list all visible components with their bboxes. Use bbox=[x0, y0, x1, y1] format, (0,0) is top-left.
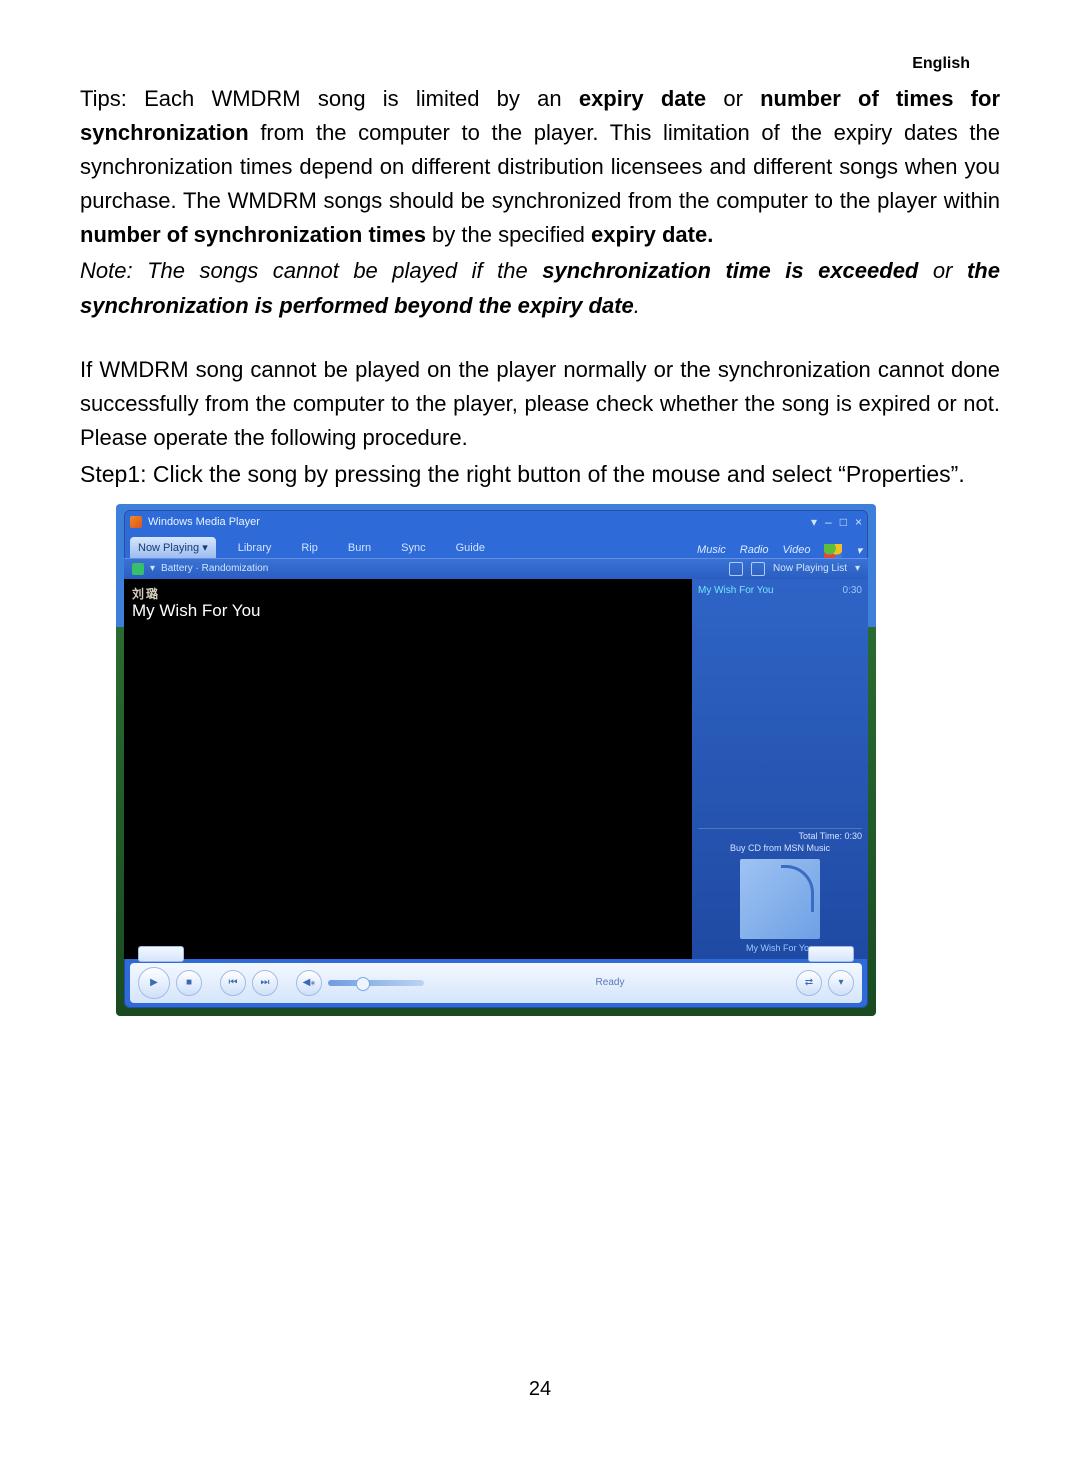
playlist-pane: My Wish For You 0:30 Total Time: 0:30 Bu… bbox=[692, 579, 868, 959]
chevron-down-icon[interactable]: ▾ bbox=[150, 563, 155, 574]
play-mode-label: Battery · Randomization bbox=[161, 563, 268, 574]
compact-mode-button[interactable]: ▾ bbox=[828, 970, 854, 996]
now-playing-list-label[interactable]: Now Playing List bbox=[773, 563, 847, 574]
visualization-pane[interactable]: 刘璐 My Wish For You bbox=[124, 579, 692, 959]
tab-guide[interactable]: Guide bbox=[448, 538, 493, 558]
song-title: My Wish For You bbox=[132, 601, 261, 621]
toggle-list-icon[interactable] bbox=[751, 562, 765, 576]
text: by the specified bbox=[426, 222, 591, 247]
tab-radio[interactable]: Radio bbox=[740, 544, 769, 558]
chevron-down-icon[interactable]: ▾ bbox=[855, 563, 860, 574]
bold: expiry date. bbox=[591, 222, 713, 247]
services-logo-icon[interactable] bbox=[824, 544, 842, 558]
text: or bbox=[918, 258, 967, 283]
chevron-down-icon: ▾ bbox=[202, 542, 208, 554]
paragraph-tips: Tips: Each WMDRM song is limited by an e… bbox=[80, 82, 1000, 252]
next-button[interactable]: ⏭ bbox=[252, 970, 278, 996]
wmp-window: Windows Media Player ▾ – □ × Now Playing… bbox=[124, 510, 868, 1008]
total-time: Total Time: 0:30 bbox=[698, 828, 862, 841]
paragraph-note: Note: The songs cannot be played if the … bbox=[80, 254, 1000, 322]
tab-sync[interactable]: Sync bbox=[393, 538, 433, 558]
close-button[interactable]: × bbox=[855, 515, 862, 529]
text: or bbox=[706, 86, 760, 111]
tab-label: Now Playing bbox=[138, 542, 199, 554]
playlist-item[interactable]: My Wish For You 0:30 bbox=[698, 585, 862, 596]
info-bar: ▾ Battery · Randomization Now Playing Li… bbox=[124, 559, 868, 579]
maximize-viz-icon[interactable] bbox=[729, 562, 743, 576]
maximize-button[interactable]: □ bbox=[840, 515, 847, 529]
dropdown-icon[interactable]: ▾ bbox=[811, 515, 817, 529]
track-title: My Wish For You bbox=[698, 585, 774, 596]
right-grip-button[interactable] bbox=[808, 946, 854, 962]
text: Tips: Each WMDRM song is limited by an bbox=[80, 86, 579, 111]
language-label: English bbox=[912, 55, 970, 73]
shuffle-button[interactable]: ⇄ bbox=[796, 970, 822, 996]
album-art-icon bbox=[740, 859, 820, 939]
playback-controls: ▶ ■ ⏮ ⏭ ◀⁎ Ready ⇄ ▾ bbox=[130, 963, 862, 1003]
title-bar: Windows Media Player ▾ – □ × bbox=[124, 510, 868, 534]
tab-burn[interactable]: Burn bbox=[340, 538, 379, 558]
volume-slider[interactable] bbox=[328, 980, 424, 986]
viz-select-icon[interactable] bbox=[132, 563, 144, 575]
step-1: Step1: Click the song by pressing the ri… bbox=[80, 459, 1000, 490]
tab-now-playing[interactable]: Now Playing ▾ bbox=[130, 537, 216, 558]
tab-video[interactable]: Video bbox=[783, 544, 811, 558]
bold: synchronization time is exceeded bbox=[542, 258, 918, 283]
text: Note: The songs cannot be played if the bbox=[80, 258, 542, 283]
content-area: 刘璐 My Wish For You My Wish For You 0:30 … bbox=[124, 579, 868, 959]
tab-rip[interactable]: Rip bbox=[293, 538, 326, 558]
main-tabs: Now Playing ▾ Library Rip Burn Sync Guid… bbox=[124, 534, 868, 559]
prev-button[interactable]: ⏮ bbox=[220, 970, 246, 996]
mute-button[interactable]: ◀⁎ bbox=[296, 970, 322, 996]
buy-cd-link[interactable]: Buy CD from MSN Music bbox=[698, 843, 862, 853]
artist-name: 刘璐 bbox=[132, 585, 160, 602]
status-text: Ready bbox=[430, 977, 790, 988]
left-grip-button[interactable] bbox=[138, 946, 184, 962]
paragraph-check: If WMDRM song cannot be played on the pl… bbox=[80, 353, 1000, 455]
bold: number of synchronization times bbox=[80, 222, 426, 247]
track-duration: 0:30 bbox=[843, 585, 862, 596]
page-number: 24 bbox=[0, 1378, 1080, 1401]
stop-button[interactable]: ■ bbox=[176, 970, 202, 996]
app-title: Windows Media Player bbox=[148, 516, 260, 528]
document-page: English Tips: Each WMDRM song is limited… bbox=[0, 0, 1080, 1461]
tab-music[interactable]: Music bbox=[697, 544, 726, 558]
play-button[interactable]: ▶ bbox=[138, 967, 170, 999]
bold: expiry date bbox=[579, 86, 706, 111]
minimize-button[interactable]: – bbox=[825, 515, 832, 529]
wmp-screenshot: Windows Media Player ▾ – □ × Now Playing… bbox=[116, 504, 876, 1016]
tab-library[interactable]: Library bbox=[230, 538, 280, 558]
text: . bbox=[634, 293, 640, 318]
chevron-down-icon[interactable]: ▾ bbox=[856, 544, 862, 558]
app-icon bbox=[130, 516, 142, 528]
